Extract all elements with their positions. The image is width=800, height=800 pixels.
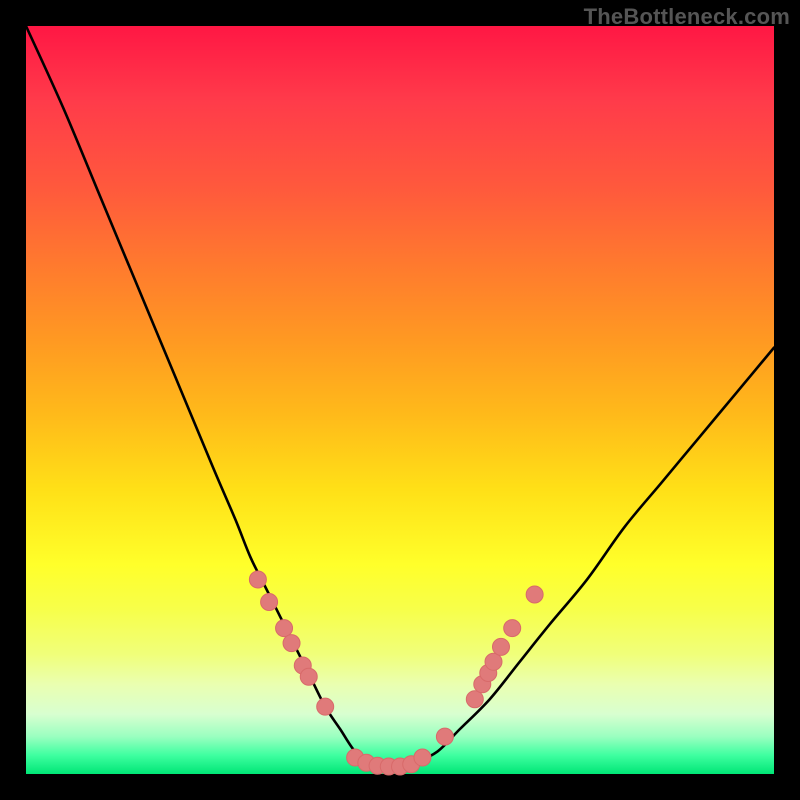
curve-marker [283,635,300,652]
curve-marker [436,728,453,745]
curve-marker [317,698,334,715]
curve-markers [249,571,543,775]
curve-marker [414,749,431,766]
curve-marker [492,638,509,655]
curve-marker [485,653,502,670]
chart-frame: TheBottleneck.com [0,0,800,800]
plot-area [26,26,774,774]
curve-marker [261,593,278,610]
curve-svg [26,26,774,774]
curve-marker [466,691,483,708]
watermark-text: TheBottleneck.com [584,4,790,30]
curve-marker [300,668,317,685]
curve-marker [526,586,543,603]
curve-marker [249,571,266,588]
bottleneck-curve [26,26,774,767]
curve-marker [504,620,521,637]
curve-marker [276,620,293,637]
